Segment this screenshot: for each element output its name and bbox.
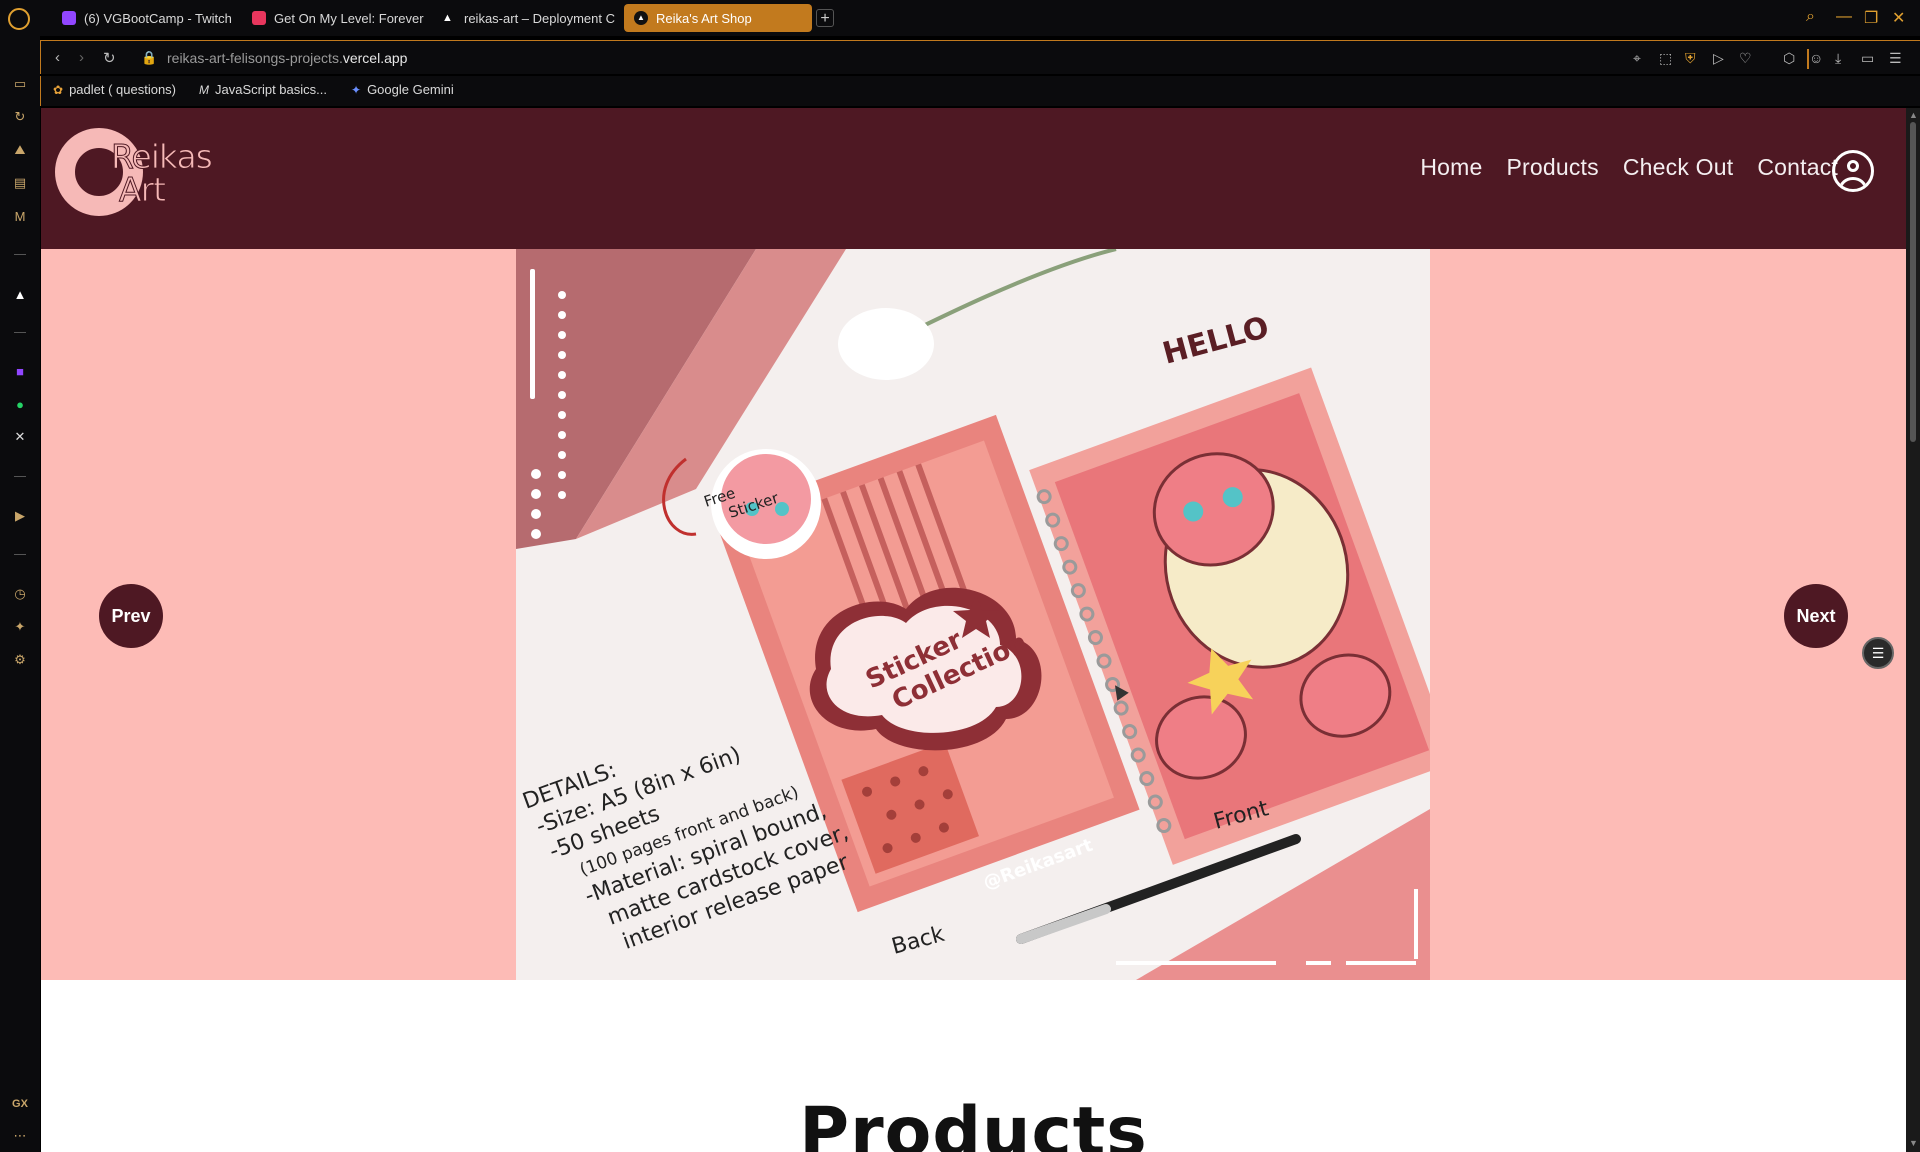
bookmark-javascript-basics[interactable]: M JavaScript basics... xyxy=(199,82,327,97)
tab-label: (6) VGBootCamp - Twitch xyxy=(84,10,232,26)
tab-twitch[interactable]: (6) VGBootCamp - Twitch xyxy=(52,4,242,32)
battery-icon[interactable]: ▭ xyxy=(1861,50,1874,67)
vercel-icon[interactable]: ▲ xyxy=(11,285,29,303)
restore-icon[interactable]: ❐ xyxy=(1864,8,1878,28)
products-heading: Products xyxy=(799,1093,1148,1152)
bookmark-padlet[interactable]: ✿ padlet ( questions) xyxy=(53,82,176,97)
nav-contact[interactable]: Contact xyxy=(1757,154,1838,181)
url-path: reikas-art-felisongs-projects. xyxy=(167,50,343,66)
url-host: vercel.app xyxy=(342,50,408,66)
reload-icon[interactable]: ↻ xyxy=(103,49,116,67)
download-icon[interactable]: ⤓ xyxy=(1835,50,1841,67)
opera-logo-icon[interactable] xyxy=(8,8,30,30)
back-icon[interactable]: ‹ xyxy=(55,49,60,66)
address-bar: ‹ › ↻ 🔒 reikas-art-felisongs-projects.ve… xyxy=(40,40,1920,74)
user-head-shape xyxy=(1847,160,1859,172)
logo-text: Reikas Art xyxy=(111,140,214,209)
nav-home[interactable]: Home xyxy=(1420,154,1482,181)
carousel-slide-image: Free Sticker HELLO Sticker Collection DE… xyxy=(516,249,1430,980)
speed-dial-icon[interactable]: ↻ xyxy=(11,108,29,126)
adblock-shield-icon[interactable]: ⛨ xyxy=(1685,50,1696,67)
medium-icon: M xyxy=(199,82,209,97)
site-header: Reikas Art Home Products Check Out Conta… xyxy=(41,108,1906,249)
vercel-favicon-icon: ▲ xyxy=(634,11,648,25)
tab-bar: (6) VGBootCamp - Twitch Get On My Level:… xyxy=(8,0,1920,36)
browser-sidebar: ▭ ↻ ⛰ ▤ M ▲ ■ ● ✕ ▶ ◷ ✦ ⚙ GX ⋯ xyxy=(0,0,40,1152)
whatsapp-icon[interactable]: ● xyxy=(11,395,29,413)
mail-icon[interactable]: M xyxy=(11,207,29,225)
minimize-icon[interactable]: — xyxy=(1836,8,1852,26)
extensions-icon[interactable]: ✦ xyxy=(11,618,29,636)
heart-icon[interactable]: ♡ xyxy=(1739,50,1752,67)
tab-label: reikas-art – Deployment C xyxy=(464,10,615,26)
workspace-icon[interactable]: ⛰ xyxy=(11,141,29,159)
nav-check-out[interactable]: Check Out xyxy=(1623,154,1733,181)
news-icon[interactable]: ▤ xyxy=(11,174,29,192)
gx-label[interactable]: GX xyxy=(11,1095,29,1113)
nav-products[interactable]: Products xyxy=(1506,154,1598,181)
padlet-icon: ✿ xyxy=(53,82,64,97)
settings-icon[interactable]: ⚙ xyxy=(11,651,29,669)
carousel-prev-button[interactable]: Prev xyxy=(99,584,163,648)
bookmark-label: JavaScript basics... xyxy=(215,82,327,97)
play-icon[interactable]: ▷ xyxy=(1713,50,1724,67)
user-account-icon[interactable] xyxy=(1832,150,1874,192)
close-icon[interactable]: ✕ xyxy=(1892,8,1905,28)
page-scrollbar[interactable]: ▲ ▼ xyxy=(1906,108,1920,1152)
sticker-book-illustration: Free Sticker HELLO Sticker Collection DE… xyxy=(516,249,1430,980)
easy-setup-icon[interactable]: ☰ xyxy=(1889,50,1902,67)
site-logo[interactable]: Reikas Art xyxy=(55,128,215,222)
extensions-icon[interactable]: ⬡ xyxy=(1783,50,1795,67)
player-icon[interactable]: ▶ xyxy=(11,507,29,525)
tab-label: Reika's Art Shop xyxy=(656,10,752,26)
sidebar-divider xyxy=(14,554,26,555)
snapshot-icon[interactable]: ⬚ xyxy=(1659,50,1672,67)
pin-icon[interactable]: ⌖ xyxy=(1633,50,1641,67)
page-viewport: Reikas Art Home Products Check Out Conta… xyxy=(41,108,1906,1152)
logo-line-2: Art xyxy=(119,170,167,209)
main-nav: Home Products Check Out Contact xyxy=(1420,154,1838,181)
account-icon[interactable]: ☺ xyxy=(1809,50,1823,66)
tab-label: Get On My Level: Forever xyxy=(274,10,424,26)
twitch-favicon-icon xyxy=(62,11,76,25)
history-icon[interactable]: ◷ xyxy=(11,585,29,603)
url-field[interactable]: reikas-art-felisongs-projects.vercel.app xyxy=(167,50,407,66)
start-gg-favicon-icon xyxy=(252,11,266,25)
new-tab-button[interactable]: + xyxy=(816,9,834,27)
bookmark-label: padlet ( questions) xyxy=(69,82,177,97)
floating-tools-icon[interactable]: ☰ xyxy=(1862,637,1894,669)
bookmark-google-gemini[interactable]: ✦ Google Gemini xyxy=(351,82,454,97)
gemini-icon: ✦ xyxy=(351,82,362,97)
gaming-icon[interactable]: ▭ xyxy=(11,75,29,93)
sidebar-divider xyxy=(14,476,26,477)
twitch-icon[interactable]: ■ xyxy=(11,362,29,380)
tab-reikas-art-shop[interactable]: ▲ Reika's Art Shop xyxy=(624,4,812,32)
lock-icon: 🔒 xyxy=(141,50,158,65)
search-icon[interactable]: ⌕ xyxy=(1806,8,1815,26)
vercel-favicon-icon: ▲ xyxy=(442,12,453,24)
x-twitter-icon[interactable]: ✕ xyxy=(11,428,29,446)
scroll-down-icon[interactable]: ▼ xyxy=(1909,1138,1918,1148)
sidebar-divider xyxy=(14,332,26,333)
hero-carousel: Free Sticker HELLO Sticker Collection DE… xyxy=(41,249,1906,980)
sidebar-divider xyxy=(14,254,26,255)
bookmarks-bar: ✿ padlet ( questions) M JavaScript basic… xyxy=(40,76,1920,106)
scroll-up-icon[interactable]: ▲ xyxy=(1909,110,1918,120)
user-body-shape xyxy=(1839,177,1867,189)
carousel-next-button[interactable]: Next xyxy=(1784,584,1848,648)
bookmark-label: Google Gemini xyxy=(367,82,454,97)
tab-gomlevel[interactable]: Get On My Level: Forever xyxy=(242,4,464,32)
forward-icon[interactable]: › xyxy=(79,49,84,66)
scroll-thumb[interactable] xyxy=(1910,122,1916,442)
more-icon[interactable]: ⋯ xyxy=(11,1127,29,1145)
